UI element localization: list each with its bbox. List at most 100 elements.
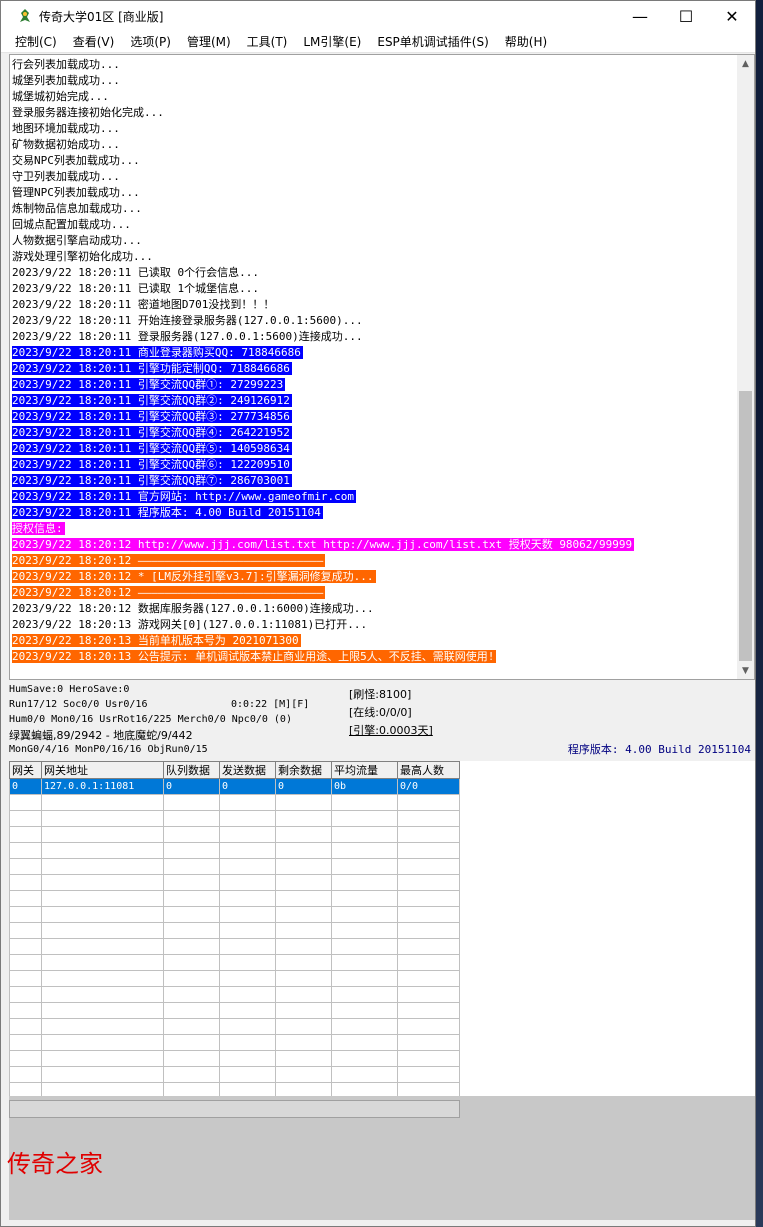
table-cell[interactable] bbox=[219, 874, 276, 891]
table-cell[interactable] bbox=[219, 970, 276, 987]
table-cell[interactable] bbox=[9, 794, 42, 811]
table-cell[interactable] bbox=[41, 986, 164, 1003]
table-cell[interactable] bbox=[275, 954, 332, 971]
table-cell[interactable] bbox=[163, 1066, 220, 1083]
table-cell[interactable] bbox=[219, 1002, 276, 1019]
title-bar[interactable]: 传奇大学01区 [商业版] — ☐ ✕ bbox=[1, 1, 755, 31]
table-cell[interactable] bbox=[275, 858, 332, 875]
table-cell[interactable] bbox=[331, 842, 398, 859]
table-cell[interactable] bbox=[331, 1002, 398, 1019]
table-cell[interactable] bbox=[9, 1002, 42, 1019]
table-cell[interactable] bbox=[275, 922, 332, 939]
table-cell[interactable] bbox=[9, 1034, 42, 1051]
table-cell[interactable] bbox=[9, 1050, 42, 1067]
table-cell[interactable] bbox=[397, 858, 460, 875]
table-cell[interactable] bbox=[331, 858, 398, 875]
table-cell[interactable] bbox=[163, 794, 220, 811]
table-cell[interactable] bbox=[219, 922, 276, 939]
col-remaining[interactable]: 剩余数据 bbox=[275, 761, 332, 779]
table-cell[interactable] bbox=[397, 890, 460, 907]
table-cell[interactable] bbox=[275, 842, 332, 859]
table-cell[interactable] bbox=[275, 1002, 332, 1019]
menu-esp-plugin[interactable]: ESP单机调试插件(S) bbox=[369, 33, 496, 50]
table-cell[interactable] bbox=[219, 826, 276, 843]
scroll-down-icon[interactable]: ▼ bbox=[737, 662, 754, 679]
table-cell[interactable] bbox=[219, 890, 276, 907]
table-cell[interactable] bbox=[163, 938, 220, 955]
table-row[interactable] bbox=[9, 938, 460, 955]
table-row[interactable] bbox=[9, 1018, 460, 1035]
close-button[interactable]: ✕ bbox=[709, 1, 755, 31]
table-cell[interactable] bbox=[163, 890, 220, 907]
table-cell[interactable] bbox=[397, 810, 460, 827]
table-cell[interactable] bbox=[331, 810, 398, 827]
table-cell[interactable] bbox=[9, 874, 42, 891]
table-cell[interactable] bbox=[163, 986, 220, 1003]
table-cell[interactable] bbox=[331, 922, 398, 939]
table-cell[interactable] bbox=[397, 954, 460, 971]
table-cell[interactable] bbox=[9, 826, 42, 843]
table-cell[interactable] bbox=[397, 1066, 460, 1083]
table-cell[interactable] bbox=[397, 842, 460, 859]
table-cell[interactable] bbox=[331, 986, 398, 1003]
table-cell[interactable] bbox=[9, 970, 42, 987]
table-cell[interactable] bbox=[397, 1018, 460, 1035]
table-cell[interactable] bbox=[331, 1018, 398, 1035]
table-row[interactable] bbox=[9, 970, 460, 987]
table-cell[interactable] bbox=[163, 826, 220, 843]
table-cell[interactable] bbox=[163, 1018, 220, 1035]
table-cell[interactable] bbox=[219, 906, 276, 923]
col-max-users[interactable]: 最高人数 bbox=[397, 761, 460, 779]
table-cell[interactable] bbox=[163, 1034, 220, 1051]
table-cell[interactable] bbox=[163, 970, 220, 987]
menu-options[interactable]: 选项(P) bbox=[122, 33, 179, 50]
table-row[interactable] bbox=[9, 1034, 460, 1051]
table-row[interactable] bbox=[9, 906, 460, 923]
table-cell[interactable] bbox=[219, 1034, 276, 1051]
table-cell[interactable] bbox=[397, 826, 460, 843]
table-row[interactable] bbox=[9, 1066, 460, 1083]
table-row[interactable] bbox=[9, 810, 460, 827]
table-cell[interactable] bbox=[397, 906, 460, 923]
table-cell[interactable] bbox=[219, 858, 276, 875]
table-cell[interactable] bbox=[331, 1050, 398, 1067]
minimize-button[interactable]: — bbox=[617, 1, 663, 31]
log-scrollbar[interactable]: ▲ ▼ bbox=[737, 55, 754, 679]
table-row[interactable]: 0 127.0.0.1:11081 0 0 0 0b 0/0 bbox=[9, 778, 460, 795]
table-cell[interactable] bbox=[41, 970, 164, 987]
table-cell[interactable] bbox=[163, 922, 220, 939]
table-cell[interactable] bbox=[397, 874, 460, 891]
table-cell[interactable] bbox=[163, 1002, 220, 1019]
table-cell[interactable]: 0 bbox=[219, 778, 276, 795]
table-cell[interactable] bbox=[219, 810, 276, 827]
col-traffic[interactable]: 平均流量 bbox=[331, 761, 398, 779]
table-cell[interactable] bbox=[9, 906, 42, 923]
table-cell[interactable] bbox=[275, 874, 332, 891]
col-queue[interactable]: 队列数据 bbox=[163, 761, 220, 779]
table-row[interactable] bbox=[9, 794, 460, 811]
table-row[interactable] bbox=[9, 954, 460, 971]
table-cell[interactable] bbox=[219, 842, 276, 859]
table-cell[interactable] bbox=[331, 826, 398, 843]
table-cell[interactable] bbox=[9, 922, 42, 939]
table-cell[interactable] bbox=[41, 890, 164, 907]
table-cell[interactable]: 0/0 bbox=[397, 778, 460, 795]
gateway-grid[interactable]: 网关 网关地址 队列数据 发送数据 剩余数据 平均流量 最高人数 0 127.0.… bbox=[9, 761, 755, 1099]
table-cell[interactable] bbox=[9, 842, 42, 859]
menu-manage[interactable]: 管理(M) bbox=[179, 33, 239, 50]
table-cell[interactable] bbox=[163, 810, 220, 827]
menu-view[interactable]: 查看(V) bbox=[65, 33, 123, 50]
table-cell[interactable] bbox=[41, 1066, 164, 1083]
table-cell[interactable] bbox=[331, 954, 398, 971]
table-cell[interactable] bbox=[219, 954, 276, 971]
table-cell[interactable]: 0 bbox=[163, 778, 220, 795]
table-row[interactable] bbox=[9, 842, 460, 859]
table-cell[interactable] bbox=[9, 938, 42, 955]
table-cell[interactable] bbox=[397, 1034, 460, 1051]
table-row[interactable] bbox=[9, 1002, 460, 1019]
table-cell[interactable] bbox=[331, 794, 398, 811]
table-cell[interactable] bbox=[397, 986, 460, 1003]
table-row[interactable] bbox=[9, 858, 460, 875]
table-row[interactable] bbox=[9, 922, 460, 939]
table-cell[interactable]: 0b bbox=[331, 778, 398, 795]
